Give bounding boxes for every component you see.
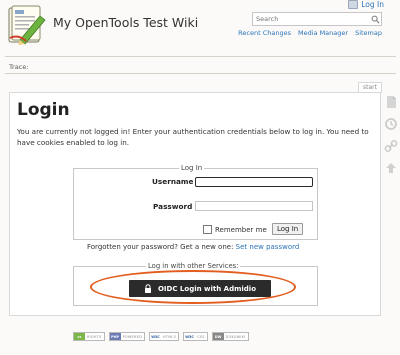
old-revisions-icon[interactable] bbox=[384, 116, 398, 130]
remember-me[interactable]: Remember me bbox=[203, 225, 267, 234]
remember-me-label: Remember me bbox=[215, 225, 267, 234]
search-box[interactable] bbox=[252, 12, 382, 26]
login-form-legend: Log In bbox=[181, 164, 203, 172]
dokuwiki-badge[interactable]: DW DOKUWIKI bbox=[211, 332, 249, 341]
set-new-password-link[interactable]: Set new password bbox=[236, 243, 300, 251]
back-to-top-icon[interactable] bbox=[384, 160, 398, 174]
wiki-title[interactable]: My OpenTools Test Wiki bbox=[53, 15, 198, 30]
css-badge[interactable]: W3C CSS bbox=[183, 332, 208, 341]
search-icon[interactable] bbox=[371, 15, 380, 24]
highlight-ring bbox=[90, 270, 296, 304]
login-link[interactable]: Log In bbox=[348, 0, 384, 9]
search-input[interactable] bbox=[253, 15, 371, 23]
site-tools: Recent Changes Media Manager Sitemap bbox=[238, 29, 382, 37]
html5-badge[interactable]: W3C HTML5 bbox=[148, 332, 180, 341]
breadcrumb-divider bbox=[5, 73, 396, 74]
forgot-password: Forgotten your password? Get a new one: … bbox=[87, 243, 299, 251]
show-page-icon[interactable] bbox=[384, 94, 398, 108]
breadcrumb: Trace: bbox=[9, 63, 29, 71]
php-badge[interactable]: PHP POWERED bbox=[108, 332, 145, 341]
recent-changes-link[interactable]: Recent Changes bbox=[238, 29, 291, 37]
media-manager-link[interactable]: Media Manager bbox=[298, 29, 348, 37]
header-divider bbox=[5, 56, 396, 57]
password-label: Password bbox=[153, 202, 193, 211]
username-label: Username bbox=[152, 177, 194, 186]
page-tools bbox=[384, 94, 398, 182]
username-field[interactable] bbox=[195, 177, 313, 187]
dokuwiki-logo[interactable] bbox=[6, 4, 48, 46]
other-services-legend: Log in with other Services: bbox=[148, 262, 239, 270]
backlinks-icon[interactable] bbox=[384, 138, 398, 152]
user-icon bbox=[348, 0, 359, 9]
login-link-label: Log In bbox=[361, 0, 384, 9]
footer-badges: cc RIGHTS PHP POWERED W3C HTML5 W3C CSS … bbox=[73, 332, 249, 341]
intro-text: You are currently not logged in! Enter y… bbox=[17, 127, 369, 147]
license-badge[interactable]: cc RIGHTS bbox=[73, 332, 105, 341]
login-submit-button[interactable]: Log In bbox=[272, 223, 304, 235]
password-field[interactable] bbox=[195, 201, 313, 211]
sitemap-link[interactable]: Sitemap bbox=[355, 29, 382, 37]
forgot-password-text: Forgotten your password? Get a new one: bbox=[87, 243, 236, 251]
page-title: Login bbox=[17, 100, 70, 120]
remember-me-checkbox[interactable] bbox=[203, 225, 212, 234]
